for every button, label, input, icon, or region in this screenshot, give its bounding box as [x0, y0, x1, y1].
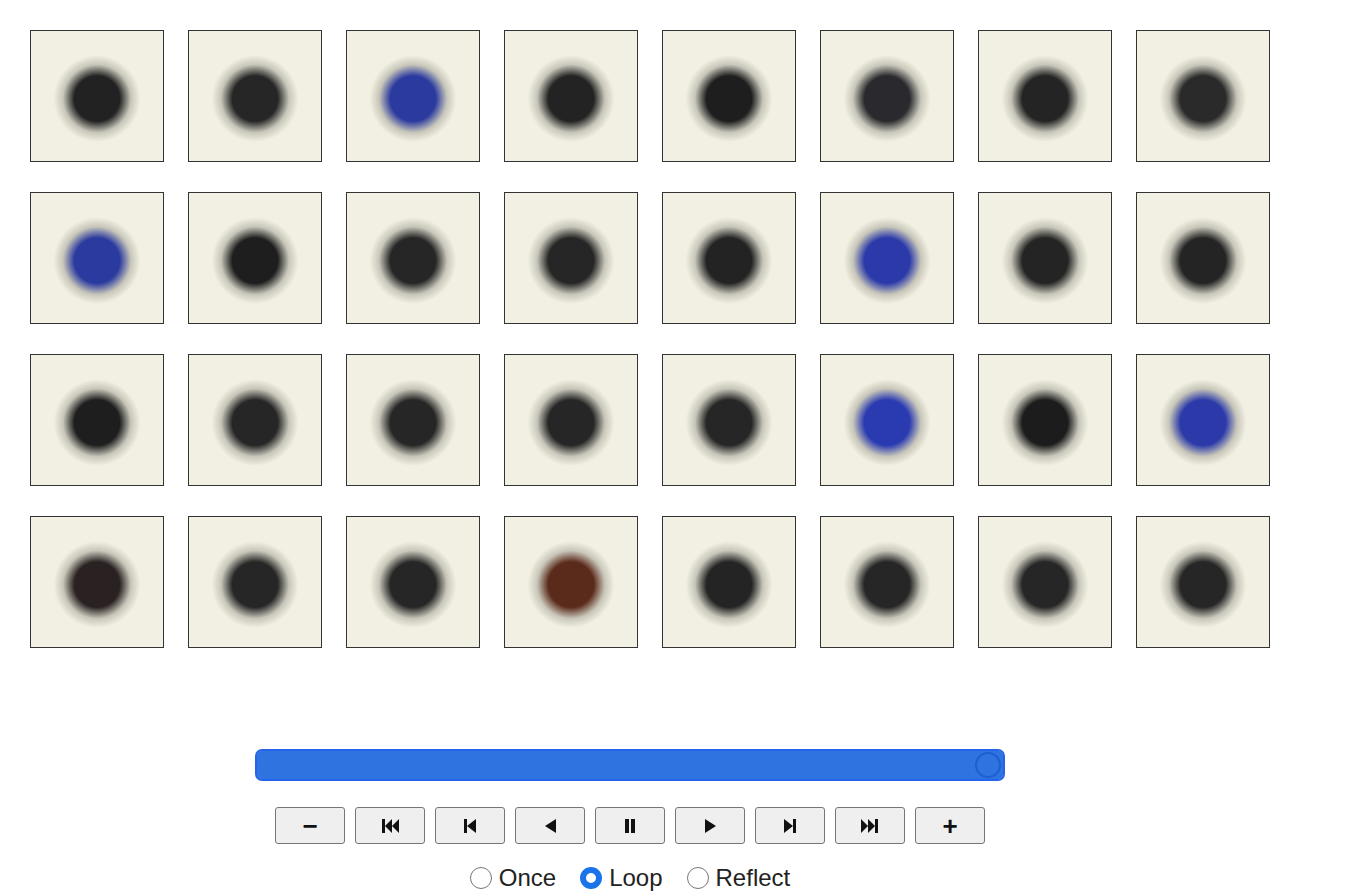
reverse-button[interactable] [515, 807, 585, 844]
frame-image [820, 516, 954, 648]
next-button[interactable] [755, 807, 825, 844]
radio-circle[interactable] [470, 867, 492, 889]
frame-slider[interactable] [255, 749, 1005, 781]
frame-image [978, 192, 1112, 324]
next-icon [780, 816, 800, 836]
frame-image [188, 354, 322, 486]
frame-image [346, 516, 480, 648]
last-icon [860, 816, 880, 836]
frame-image [1136, 516, 1270, 648]
frame-image [978, 30, 1112, 162]
loop-mode-group: Once Loop Reflect [470, 864, 790, 892]
frame-image [662, 30, 796, 162]
frame-image [662, 354, 796, 486]
frame-image [504, 30, 638, 162]
play-button[interactable] [675, 807, 745, 844]
mode-radio[interactable]: Loop [580, 864, 662, 892]
first-icon [380, 816, 400, 836]
frame-image [978, 516, 1112, 648]
frame-image [504, 516, 638, 648]
last-button[interactable] [835, 807, 905, 844]
prev-button[interactable] [435, 807, 505, 844]
slider-thumb[interactable] [975, 752, 1001, 778]
frame-image [662, 192, 796, 324]
reverse-icon [540, 816, 560, 836]
frame-image [1136, 192, 1270, 324]
mode-radio[interactable]: Reflect [687, 864, 791, 892]
frame-image [820, 354, 954, 486]
frame-image [346, 192, 480, 324]
frame-image [820, 192, 954, 324]
pause-icon [620, 816, 640, 836]
frame-image [188, 192, 322, 324]
frame-image [504, 192, 638, 324]
radio-circle[interactable] [687, 867, 709, 889]
radio-circle[interactable] [580, 867, 602, 889]
frame-image [188, 516, 322, 648]
frame-image [1136, 30, 1270, 162]
frame-image [346, 30, 480, 162]
frame-image [504, 354, 638, 486]
play-icon [700, 816, 720, 836]
frame-image [188, 30, 322, 162]
step-size-button[interactable]: − [275, 807, 345, 844]
playback-controls: −+ [275, 807, 985, 844]
frame-image [1136, 354, 1270, 486]
frame-image [30, 354, 164, 486]
prev-icon [460, 816, 480, 836]
frame-image [820, 30, 954, 162]
frame-grid [30, 30, 1270, 648]
frame-image [30, 192, 164, 324]
first-button[interactable] [355, 807, 425, 844]
pause-button[interactable] [595, 807, 665, 844]
frame-image [30, 516, 164, 648]
frame-image [30, 30, 164, 162]
mode-radio[interactable]: Once [470, 864, 556, 892]
slider-fill [257, 751, 1003, 779]
frame-image [346, 354, 480, 486]
frame-image [978, 354, 1112, 486]
step-size-button[interactable]: + [915, 807, 985, 844]
frame-image [662, 516, 796, 648]
